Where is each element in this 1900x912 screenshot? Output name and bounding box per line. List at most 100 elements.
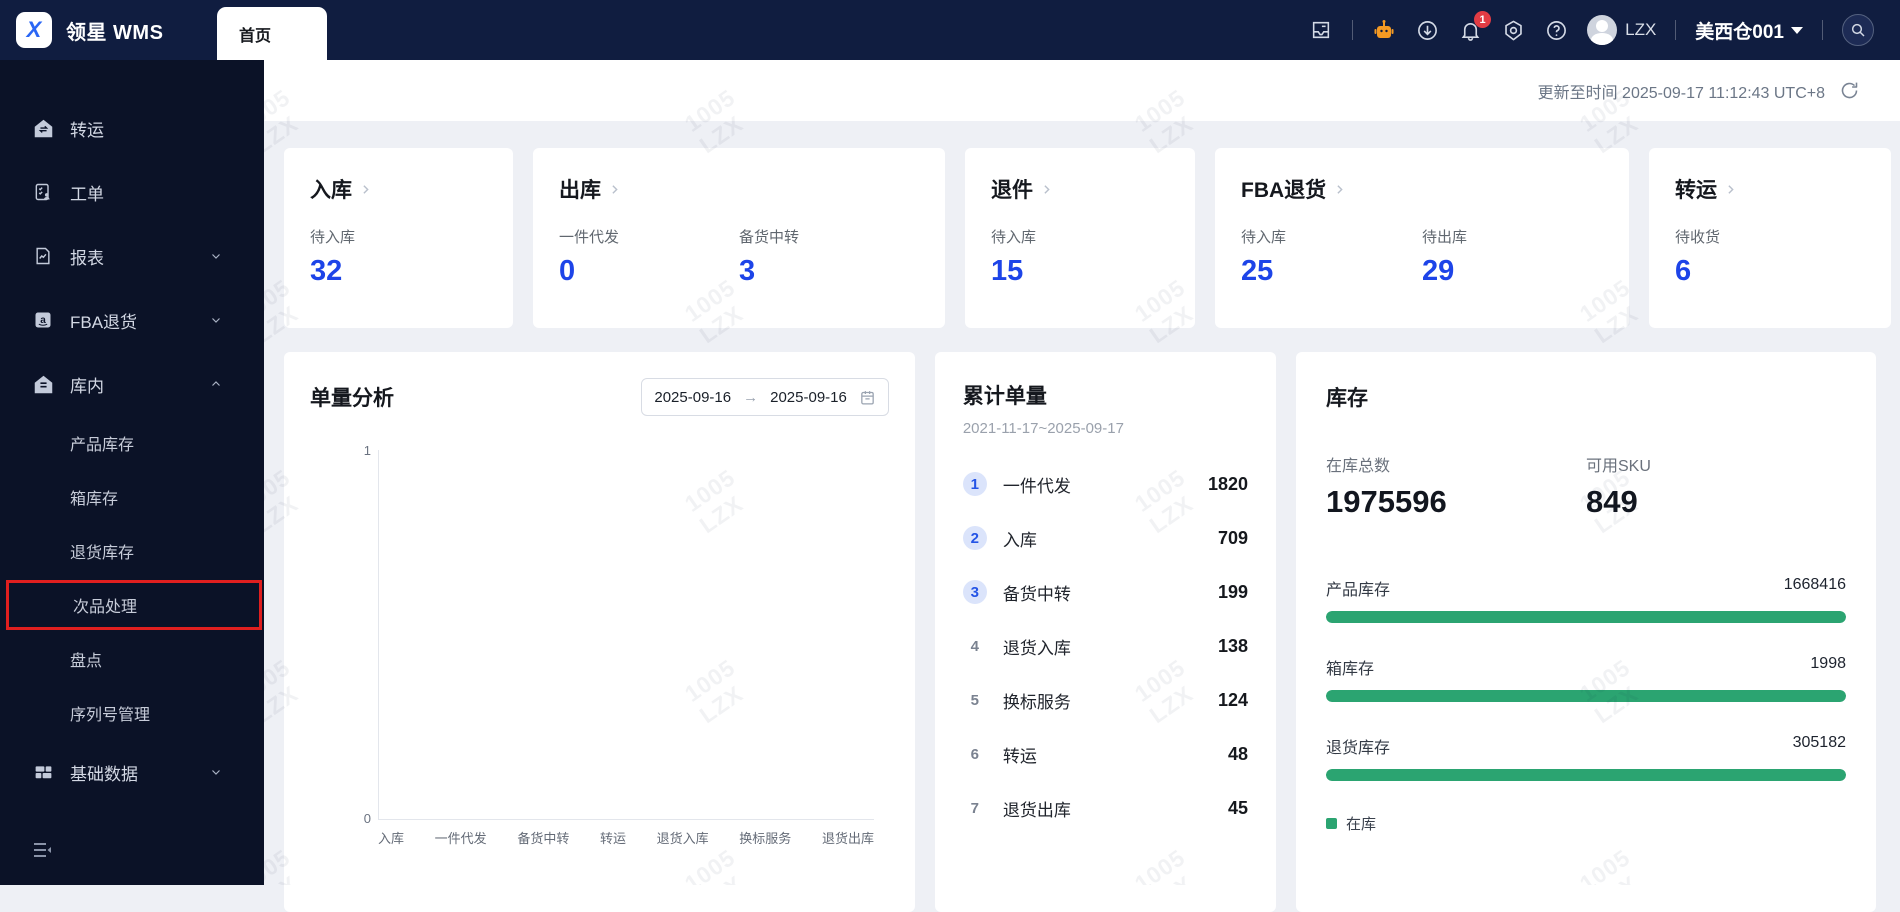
sidebar-item-label: 盘点 bbox=[70, 653, 103, 670]
updated-at-text: 更新至时间 2025-09-17 11:12:43 UTC+8 bbox=[1537, 84, 1825, 102]
warehouse-name: 美西仓001 bbox=[1695, 21, 1784, 43]
stat-pending-inbound: 待入库 25 bbox=[1241, 226, 1422, 288]
chevron-down-icon bbox=[1791, 26, 1803, 34]
progress-bar bbox=[1326, 769, 1846, 781]
sidebar-item-fba-returns[interactable]: a FBA退货 bbox=[0, 288, 264, 352]
rank-number: 6 bbox=[970, 745, 980, 763]
rank-badge: 2 bbox=[962, 526, 987, 550]
chevron-right-icon bbox=[1728, 184, 1734, 194]
panel-volume-analysis: 单量分析 2025-09-16 → 2025-09-16 1 0 入库 一件代发… bbox=[284, 352, 915, 912]
collapse-sidebar-icon[interactable] bbox=[0, 826, 264, 874]
topbar-divider bbox=[1822, 20, 1823, 40]
list-item: 2 入库 709 bbox=[962, 511, 1248, 565]
sidebar-item-label: 工单 bbox=[70, 184, 104, 204]
sidebar-item-label: 基础数据 bbox=[70, 764, 138, 784]
fba-return-icon: a bbox=[32, 309, 54, 331]
sidebar-item-in-warehouse[interactable]: 库内 bbox=[0, 352, 264, 416]
bell-icon[interactable]: 1 bbox=[1458, 11, 1492, 42]
date-range-picker[interactable]: 2025-09-16 → 2025-09-16 bbox=[641, 378, 889, 416]
update-strip: 更新至时间 2025-09-17 11:12:43 UTC+8 bbox=[264, 60, 1900, 121]
chevron-down-icon bbox=[210, 250, 222, 262]
stat-pending-outbound: 待出库 29 bbox=[1422, 226, 1603, 288]
sidebar-item-base-data[interactable]: 基础数据 bbox=[0, 740, 264, 804]
download-icon[interactable] bbox=[1415, 18, 1439, 42]
panel-title: 库存 bbox=[1326, 387, 1368, 410]
sidebar-item-work-order[interactable]: 工单 bbox=[0, 160, 264, 224]
card-fba-returns: FBA退货 待入库 25 待出库 29 bbox=[1215, 148, 1629, 328]
user-menu[interactable]: LZX bbox=[1587, 15, 1656, 45]
tab-home[interactable]: 首页 bbox=[217, 7, 327, 60]
progress-bar bbox=[1326, 690, 1846, 702]
card-returns: 退件 待入库 15 bbox=[965, 148, 1195, 328]
help-icon[interactable] bbox=[1544, 18, 1568, 42]
svg-text:a: a bbox=[40, 315, 46, 326]
card-outbound-header[interactable]: 出库 bbox=[559, 174, 919, 204]
stat-value: 29 bbox=[1422, 255, 1455, 287]
rank-badge: 1 bbox=[962, 472, 987, 496]
panel-inventory: 库存 在库总数 1975596 可用SKU 849 产品库存 1668416 箱… bbox=[1296, 352, 1876, 912]
warehouse-icon bbox=[32, 373, 54, 395]
sidebar-item-label: 库内 bbox=[70, 376, 104, 396]
stat-value: 3 bbox=[739, 255, 756, 287]
robot-icon[interactable] bbox=[1372, 18, 1396, 42]
panel-title: 累计单量 bbox=[962, 385, 1047, 408]
stat-dropshipping: 一件代发 0 bbox=[559, 226, 739, 288]
stat-value: 0 bbox=[559, 255, 576, 287]
topbar-actions: 1 LZX 美西仓001 bbox=[1309, 0, 1874, 60]
stat-pending-receive: 待收货 6 bbox=[1675, 226, 1865, 288]
sidebar-item-product-inventory[interactable]: 产品库存 bbox=[0, 416, 264, 470]
warehouse-selector[interactable]: 美西仓001 bbox=[1695, 17, 1803, 44]
stat-pending-inbound: 待入库 15 bbox=[991, 226, 1169, 288]
list-item: 3 备货中转 199 bbox=[962, 565, 1248, 619]
stat-pending-inbound: 待入库 32 bbox=[310, 226, 487, 288]
stat-stock-transit: 备货中转 3 bbox=[739, 226, 919, 288]
sidebar-item-stocktake[interactable]: 盘点 bbox=[0, 632, 264, 686]
sidebar-item-label: 转运 bbox=[70, 120, 104, 140]
base-data-icon bbox=[32, 761, 54, 783]
refresh-icon[interactable] bbox=[1839, 80, 1860, 101]
transfer-icon bbox=[32, 117, 54, 139]
panel-title: 单量分析 bbox=[310, 387, 394, 410]
list-item: 1 一件代发 1820 bbox=[962, 457, 1248, 511]
report-icon bbox=[32, 245, 54, 267]
sidebar-item-box-inventory[interactable]: 箱库存 bbox=[0, 470, 264, 524]
inbox-icon[interactable] bbox=[1309, 18, 1333, 42]
card-inbound-header[interactable]: 入库 bbox=[310, 174, 487, 204]
notification-badge: 1 bbox=[1474, 11, 1492, 28]
list-item: 5 换标服务 124 bbox=[963, 673, 1248, 727]
inventory-bar-product: 产品库存 1668416 bbox=[1326, 576, 1846, 623]
panel-cumulative-volume: 累计单量 2021-11-17~2025-09-17 1 一件代发 1820 2… bbox=[934, 352, 1276, 912]
rank-number: 7 bbox=[970, 799, 980, 817]
brand: X 领星 WMS bbox=[16, 12, 163, 48]
card-fba-returns-header[interactable]: FBA退货 bbox=[1241, 174, 1603, 204]
sidebar-item-label: 报表 bbox=[70, 248, 104, 268]
app-title: 领星 WMS bbox=[66, 21, 164, 44]
main-content: 更新至时间 2025-09-17 11:12:43 UTC+8 入库 待入库 3… bbox=[264, 60, 1900, 912]
legend-swatch bbox=[1326, 818, 1337, 829]
inventory-bar-box: 箱库存 1998 bbox=[1326, 655, 1846, 702]
date-from: 2025-09-16 bbox=[654, 388, 732, 406]
sidebar-item-defective-handling[interactable]: 次品处理 bbox=[6, 580, 262, 630]
sidebar-item-return-inventory[interactable]: 退货库存 bbox=[0, 524, 264, 578]
chevron-up-icon bbox=[210, 378, 222, 390]
sidebar: 转运 工单 报表 a FBA退货 库内 产品库存 箱库存 退货库存 次品处理 盘… bbox=[0, 60, 264, 885]
date-to: 2025-09-16 bbox=[770, 388, 847, 406]
avatar bbox=[1587, 15, 1618, 45]
summary-cards-row: 入库 待入库 32 出库 一件代发 0 备货中转 3 退件 待入库 15 FBA… bbox=[284, 148, 1891, 328]
sidebar-item-reports[interactable]: 报表 bbox=[0, 224, 264, 288]
stat-value: 15 bbox=[991, 255, 1024, 287]
settings-icon[interactable] bbox=[1501, 18, 1525, 42]
tab-home-label: 首页 bbox=[239, 27, 272, 45]
card-transfer-header[interactable]: 转运 bbox=[1675, 174, 1865, 204]
chevron-right-icon bbox=[1044, 184, 1050, 194]
chevron-right-icon bbox=[612, 184, 618, 194]
card-returns-header[interactable]: 退件 bbox=[991, 174, 1169, 204]
rank-number: 5 bbox=[970, 691, 980, 709]
search-icon[interactable] bbox=[1842, 14, 1874, 46]
chevron-down-icon bbox=[210, 766, 222, 778]
chevron-right-icon bbox=[1337, 184, 1343, 194]
list-item: 7 退货出库 45 bbox=[963, 781, 1248, 835]
sidebar-item-serial-management[interactable]: 序列号管理 bbox=[0, 686, 264, 740]
inventory-bar-return: 退货库存 305182 bbox=[1326, 734, 1846, 781]
sidebar-item-transfer[interactable]: 转运 bbox=[0, 96, 264, 160]
